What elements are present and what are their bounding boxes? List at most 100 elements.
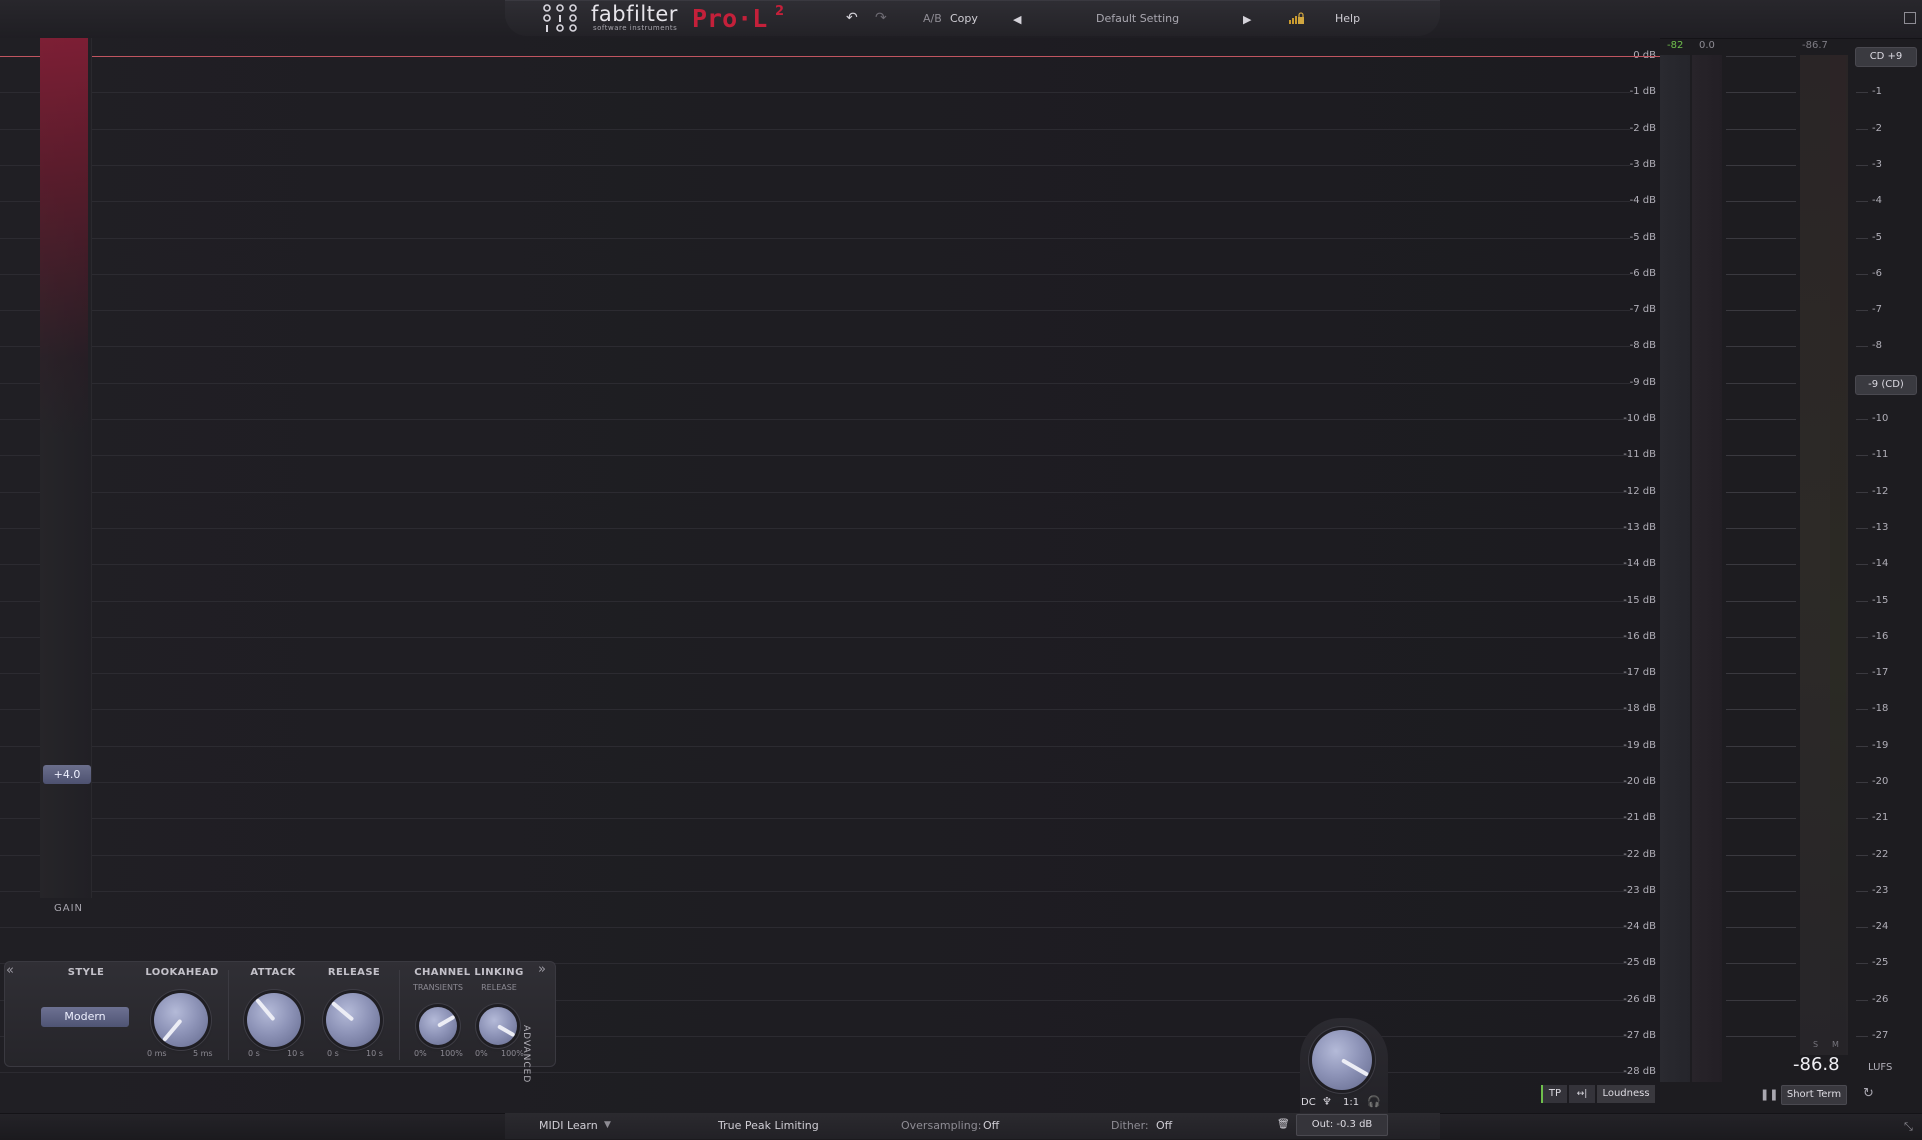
lufs-readout: -86.8 xyxy=(1793,1054,1840,1075)
midi-learn-button[interactable]: MIDI Learn xyxy=(539,1119,598,1132)
audition-ratio-button[interactable]: 1:1 xyxy=(1343,1097,1359,1108)
output-peak[interactable]: -86.7 xyxy=(1802,40,1828,51)
db-scale-label: -1 dB xyxy=(1629,86,1656,97)
momentary-indicator-label: M xyxy=(1832,1040,1839,1049)
transients-link-knob[interactable] xyxy=(419,1007,457,1045)
lookahead-max: 5 ms xyxy=(193,1049,213,1058)
collapse-panel-icon[interactable]: « xyxy=(6,963,14,978)
resize-icon[interactable]: ⤡ xyxy=(1904,1120,1913,1134)
cd-target-badge[interactable]: CD +9 xyxy=(1855,47,1917,67)
lufs-scale-label: -22 xyxy=(1872,849,1889,860)
db-scale-label: -4 dB xyxy=(1629,195,1656,206)
db-scale-label: -23 dB xyxy=(1623,885,1656,896)
grid-line xyxy=(0,492,1630,493)
dc-offset-button[interactable]: DC xyxy=(1301,1097,1316,1108)
output-level-meter-right xyxy=(1830,55,1846,1055)
db-scale-label: -24 dB xyxy=(1623,921,1656,932)
meter-tick xyxy=(1856,492,1868,493)
attack-max: 10 s xyxy=(287,1049,304,1058)
lookahead-knob[interactable] xyxy=(154,993,208,1047)
meter-tick xyxy=(1726,746,1796,747)
redo-icon[interactable]: ↷ xyxy=(875,10,887,26)
preset-selector[interactable]: Default Setting xyxy=(1096,12,1179,25)
preset-previous-icon[interactable]: ◀ xyxy=(1013,13,1021,26)
db-scale-label: -5 dB xyxy=(1629,232,1656,243)
link-release-subtitle: RELEASE xyxy=(481,983,517,992)
lufs-scale-label: -6 xyxy=(1872,268,1882,279)
db-scale-label: -9 dB xyxy=(1629,377,1656,388)
db-scale-label: -14 dB xyxy=(1623,558,1656,569)
unity-gain-icon[interactable]: ♆ xyxy=(1322,1095,1332,1108)
grid-line xyxy=(0,129,1630,130)
brand-name: fabfilter xyxy=(591,2,678,26)
grid-line xyxy=(0,818,1630,819)
product-name: Pro·L xyxy=(692,4,768,33)
grid-line xyxy=(0,238,1630,239)
db-scale-label: -2 dB xyxy=(1629,123,1656,134)
meter-tick xyxy=(1856,201,1868,202)
db-scale-label: -20 dB xyxy=(1623,776,1656,787)
lufs-scale-label: -10 xyxy=(1872,413,1889,424)
meter-tick xyxy=(1856,855,1868,856)
style-selector-button[interactable]: Modern xyxy=(41,1007,129,1027)
midi-lock-icon[interactable] xyxy=(1289,12,1305,24)
grid-line xyxy=(0,782,1630,783)
attack-knob[interactable] xyxy=(247,993,301,1047)
short-term-button[interactable]: Short Term xyxy=(1781,1085,1847,1105)
headphones-icon[interactable]: 🎧 xyxy=(1367,1095,1381,1108)
grid-line xyxy=(0,927,1630,928)
separator xyxy=(228,970,229,1060)
pause-icon[interactable]: ❚❚ xyxy=(1760,1088,1778,1101)
output-level-knob[interactable] xyxy=(1312,1030,1372,1090)
grid-line xyxy=(0,673,1630,674)
meter-tick xyxy=(1726,238,1796,239)
grid-line xyxy=(0,528,1630,529)
grid-line xyxy=(0,92,1630,93)
copy-button[interactable]: Copy xyxy=(950,12,978,25)
oversampling-selector[interactable]: Off xyxy=(983,1119,999,1132)
ab-compare-button[interactable]: A/B xyxy=(923,12,942,25)
release-knob[interactable] xyxy=(326,993,380,1047)
reset-icon[interactable]: ↻ xyxy=(1863,1086,1874,1101)
trash-icon[interactable]: 🗑 xyxy=(1277,1119,1290,1130)
meter-tick xyxy=(1726,601,1796,602)
transients-max: 100% xyxy=(440,1049,463,1058)
meter-tick xyxy=(1726,528,1796,529)
true-peak-limiting-toggle[interactable]: True Peak Limiting xyxy=(718,1119,819,1132)
limiter-display xyxy=(0,38,1660,1113)
undo-icon[interactable]: ↶ xyxy=(846,10,858,26)
gain-value-badge[interactable]: +4.0 xyxy=(43,765,91,784)
product-version: 2 xyxy=(775,4,785,19)
meter-tick xyxy=(1856,129,1868,130)
meter-tick xyxy=(1726,56,1796,57)
meter-tick xyxy=(1856,528,1868,529)
meter-mode-button[interactable]: ↔| xyxy=(1569,1085,1595,1103)
advanced-toggle[interactable]: » xyxy=(536,962,554,1062)
meter-tick xyxy=(1726,201,1796,202)
db-scale-label: -18 dB xyxy=(1623,703,1656,714)
meter-tick xyxy=(1726,637,1796,638)
preset-next-icon[interactable]: ▶ xyxy=(1243,13,1251,26)
meter-tick xyxy=(1726,346,1796,347)
dither-selector[interactable]: Off xyxy=(1156,1119,1172,1132)
loudness-target-badge[interactable]: -9 (CD) xyxy=(1855,375,1917,395)
help-button[interactable]: Help xyxy=(1335,12,1360,25)
input-peak-left[interactable]: -82 xyxy=(1667,40,1683,51)
lufs-scale-label: -5 xyxy=(1872,232,1882,243)
meter-tick xyxy=(1856,419,1868,420)
style-title: STYLE xyxy=(67,967,105,978)
release-link-knob[interactable] xyxy=(479,1007,517,1045)
output-level-field[interactable]: Out: -0.3 dB xyxy=(1296,1114,1388,1136)
midi-dropdown-icon[interactable]: ▼ xyxy=(604,1120,611,1130)
meter-tick xyxy=(1726,1000,1796,1001)
lufs-scale-label: -26 xyxy=(1872,994,1889,1005)
fullscreen-icon[interactable] xyxy=(1904,12,1916,24)
lufs-scale-label: -24 xyxy=(1872,921,1889,932)
db-scale-label: -27 dB xyxy=(1623,1030,1656,1041)
meter-tick xyxy=(1856,782,1868,783)
input-peak-right[interactable]: 0.0 xyxy=(1699,40,1715,51)
fabfilter-logo-icon xyxy=(543,4,577,32)
loudness-button[interactable]: Loudness xyxy=(1597,1085,1655,1103)
true-peak-button[interactable]: TP xyxy=(1541,1085,1567,1103)
meter-tick xyxy=(1856,1036,1868,1037)
